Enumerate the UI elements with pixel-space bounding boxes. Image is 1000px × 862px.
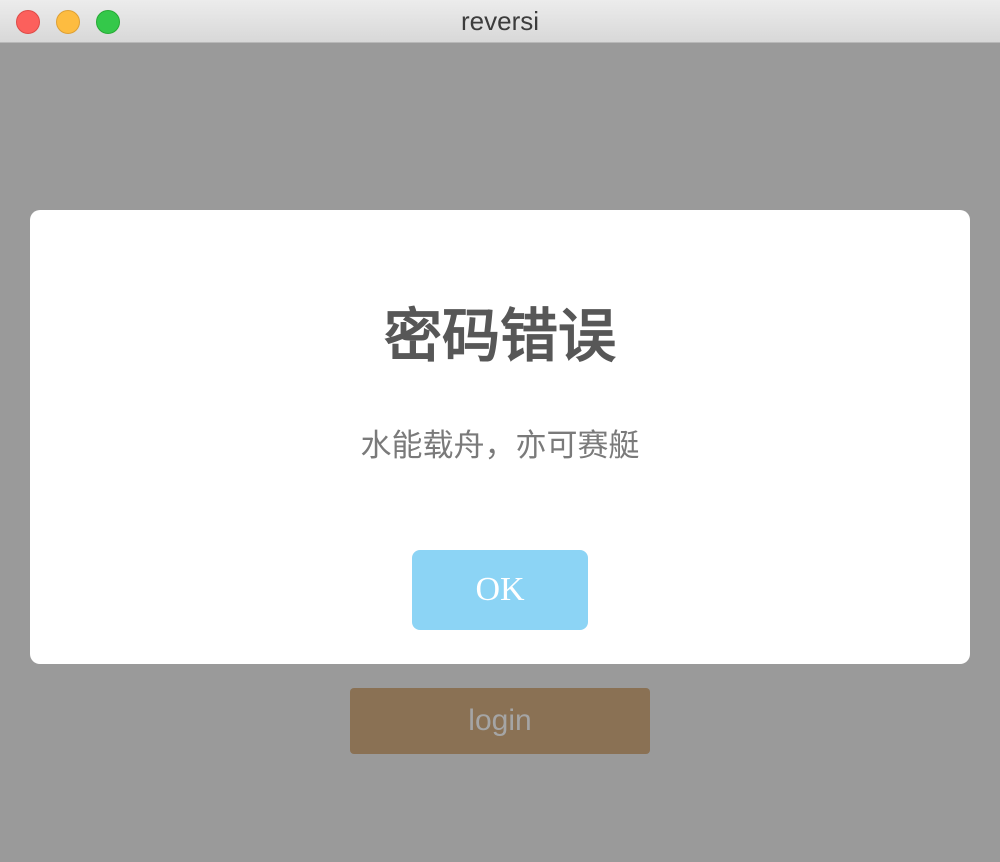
error-dialog: 密码错误 水能载舟，亦可赛艇 OK [30,210,970,664]
title-bar: reversi [0,0,1000,43]
dialog-message: 水能载舟，亦可赛艇 [360,428,640,464]
dialog-title: 密码错误 [383,302,616,370]
window-title: reversi [460,6,539,36]
app-window: reversi login 密码错误 水能载舟，亦可赛艇 OK [0,0,1000,862]
ok-button[interactable]: OK [412,550,588,630]
login-button[interactable]: login [350,688,650,754]
